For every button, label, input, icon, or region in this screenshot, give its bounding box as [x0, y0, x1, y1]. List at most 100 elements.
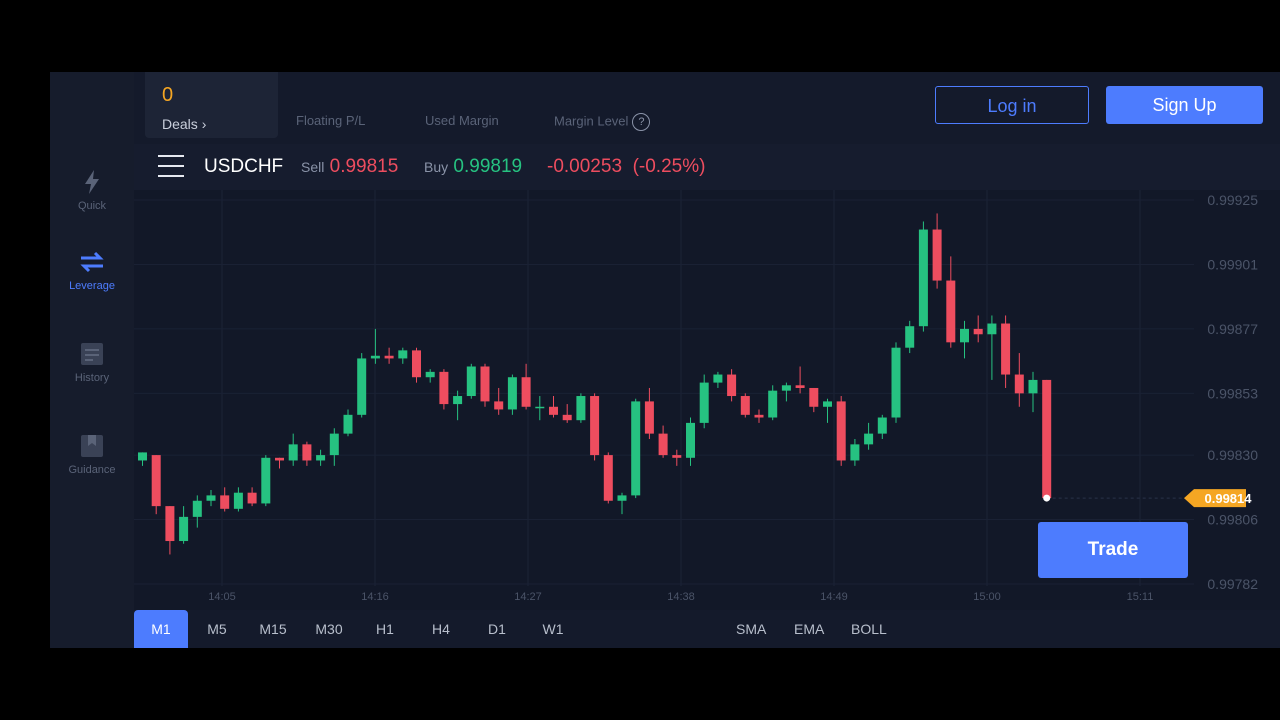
sidebar-item-label: Quick [77, 200, 107, 212]
x-tick-label: 14:27 [514, 591, 542, 603]
candle-body [918, 229, 928, 327]
candle-body [672, 455, 682, 458]
candle-body [247, 492, 257, 504]
price-change-pct: (-0.25%) [632, 156, 706, 177]
candle-body [932, 229, 942, 281]
candle-body [576, 396, 586, 421]
candle-body [261, 457, 271, 504]
candle-body [507, 377, 517, 410]
candle-body [425, 371, 435, 378]
y-tick-label: 0.99782 [1207, 576, 1258, 592]
candle-body [233, 492, 243, 509]
candle-body [946, 280, 956, 343]
candle-body [658, 433, 668, 456]
candle-body [275, 457, 284, 461]
candle-body [453, 396, 463, 405]
x-tick-label: 14:16 [361, 591, 389, 603]
timeframe-w1[interactable]: W1 [526, 610, 580, 648]
y-tick-label: 0.99925 [1207, 192, 1258, 208]
candle-body [864, 433, 874, 445]
indicator-ema[interactable]: EMA [794, 610, 824, 648]
margin-level: Margin Level? [554, 113, 651, 131]
sidebar-item-history[interactable]: History [50, 340, 134, 384]
sidebar-item-guidance[interactable]: Guidance [50, 432, 134, 476]
swap-arrows-icon [80, 251, 104, 273]
buy-label: Buy [424, 159, 449, 175]
current-price-label: 0.99814 [1205, 491, 1253, 506]
menu-icon[interactable] [158, 155, 184, 177]
candle-body [412, 350, 421, 378]
y-tick-label: 0.99901 [1207, 256, 1258, 272]
x-tick-label: 15:11 [1127, 591, 1154, 603]
sidebar-item-label: History [74, 372, 110, 384]
help-icon[interactable]: ? [632, 113, 651, 131]
bookmark-icon [81, 435, 103, 457]
candle-body [590, 396, 600, 456]
indicator-boll[interactable]: BOLL [851, 610, 887, 648]
candle-body [823, 401, 832, 407]
sidebar-item-label: Guidance [68, 464, 116, 476]
candle-body [768, 390, 778, 418]
buy-price: 0.99819 [453, 156, 523, 177]
sidebar-item-quick[interactable]: Quick [50, 168, 134, 212]
timeframe-m1[interactable]: M1 [134, 610, 188, 648]
sell-price: 0.99815 [329, 156, 399, 177]
y-tick-label: 0.99877 [1207, 321, 1258, 337]
candle-body [973, 328, 983, 335]
candle-body [905, 326, 915, 348]
margin-level-label: Margin Level [554, 113, 629, 129]
candle-body [1001, 323, 1011, 375]
current-price-dot [1043, 494, 1051, 502]
candle-body [494, 401, 504, 410]
candle-body [384, 355, 394, 359]
candle-body [370, 355, 380, 359]
deals-label: Deals [162, 116, 198, 132]
candle-body [1042, 379, 1052, 499]
candle-body [1014, 374, 1024, 394]
candle-body [138, 452, 147, 461]
timeframe-m5[interactable]: M5 [190, 610, 244, 648]
timeframe-bar: M1 M5 M15 M30 H1 H4 D1 W1 SMA EMA BOLL [134, 610, 1280, 648]
candle-body [398, 350, 408, 359]
timeframe-m30[interactable]: M30 [302, 610, 356, 648]
x-tick-label: 14:05 [208, 591, 236, 603]
timeframe-h1[interactable]: H1 [358, 610, 412, 648]
y-tick-label: 0.99853 [1207, 385, 1258, 401]
sidebar: Quick Leverage History Guidance [50, 72, 134, 648]
lightning-icon [85, 170, 99, 194]
trading-app: Quick Leverage History Guidance 0 Deals … [50, 72, 1280, 648]
candle-body [891, 347, 901, 418]
deals-count: 0 [162, 84, 174, 106]
sell-price-group: Sell 0.99815 [301, 156, 398, 178]
buy-price-group: Buy 0.99819 [424, 156, 522, 178]
signup-button[interactable]: Sign Up [1106, 86, 1263, 124]
candle-body [850, 444, 860, 461]
candle-body [877, 417, 887, 434]
x-tick-label: 14:49 [820, 591, 848, 603]
candle-body [727, 374, 737, 397]
candle-body [562, 414, 572, 421]
candle-body [699, 382, 709, 423]
sell-label: Sell [301, 159, 325, 175]
timeframe-d1[interactable]: D1 [470, 610, 524, 648]
symbol-name[interactable]: USDCHF [204, 156, 283, 178]
candle-body [192, 500, 202, 517]
indicator-sma[interactable]: SMA [736, 610, 766, 648]
candle-body [357, 358, 367, 415]
trade-button[interactable]: Trade [1038, 522, 1188, 578]
deals-panel[interactable]: 0 Deals › [145, 72, 278, 138]
login-button[interactable]: Log in [935, 86, 1089, 124]
candle-body [466, 366, 476, 397]
sidebar-item-leverage[interactable]: Leverage [50, 248, 134, 292]
timeframe-h4[interactable]: H4 [414, 610, 468, 648]
candle-body [781, 385, 791, 391]
price-change-group: -0.00253 (-0.25%) [547, 156, 705, 178]
candle-body [480, 366, 490, 402]
timeframe-m15[interactable]: M15 [246, 610, 300, 648]
candle-body [1028, 379, 1038, 394]
candle-body [960, 328, 969, 343]
candle-body [220, 495, 230, 509]
candle-body [549, 406, 558, 415]
candle-body [535, 406, 545, 409]
deals-link[interactable]: Deals › [162, 116, 206, 132]
